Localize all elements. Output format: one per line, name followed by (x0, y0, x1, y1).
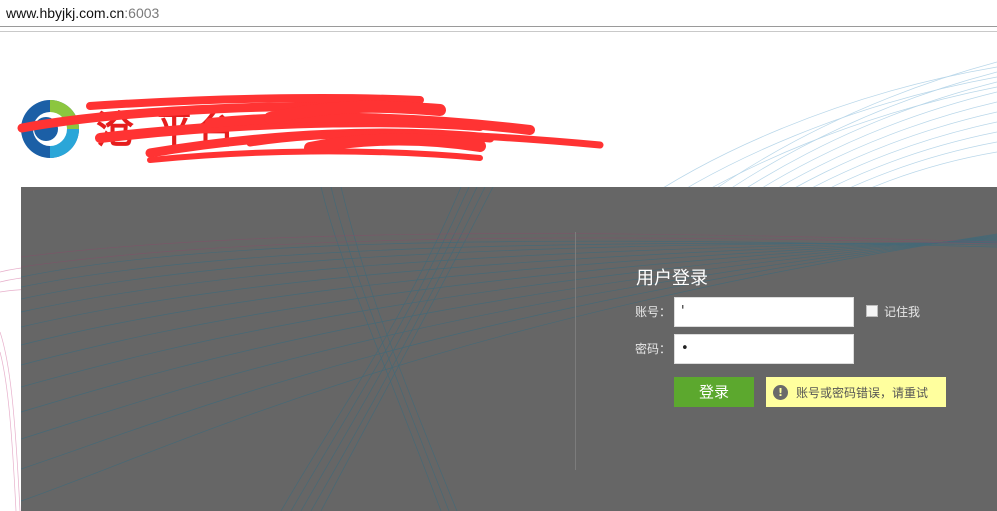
redaction-scribble (17, 94, 604, 163)
remember-me[interactable]: 记住我 (866, 304, 921, 319)
remember-label: 记住我 (884, 304, 921, 319)
account-label: 账号： (635, 305, 672, 319)
account-input[interactable]: ' (674, 297, 854, 327)
password-label: 密码： (635, 342, 672, 356)
login-panel: 用户登录 账号： ' 记住我 密码： • 登录 ! 账号或密码错误，请重试 (21, 187, 997, 511)
panel-divider (575, 232, 576, 470)
login-title: 用户登录 (636, 268, 708, 289)
url-host: www.hbyjkj.com.cn (6, 5, 125, 21)
exclamation-circle-icon: ! (773, 384, 788, 400)
error-message-box: ! 账号或密码错误，请重试 (766, 377, 946, 407)
remember-checkbox[interactable] (866, 305, 878, 317)
url-port: :6003 (124, 5, 160, 21)
error-message: 账号或密码错误，请重试 (796, 385, 929, 400)
address-bar[interactable]: www.hbyjkj.com.cn:6003 (0, 0, 997, 27)
password-input[interactable]: • (674, 334, 854, 364)
login-button[interactable]: 登录 (674, 377, 754, 407)
